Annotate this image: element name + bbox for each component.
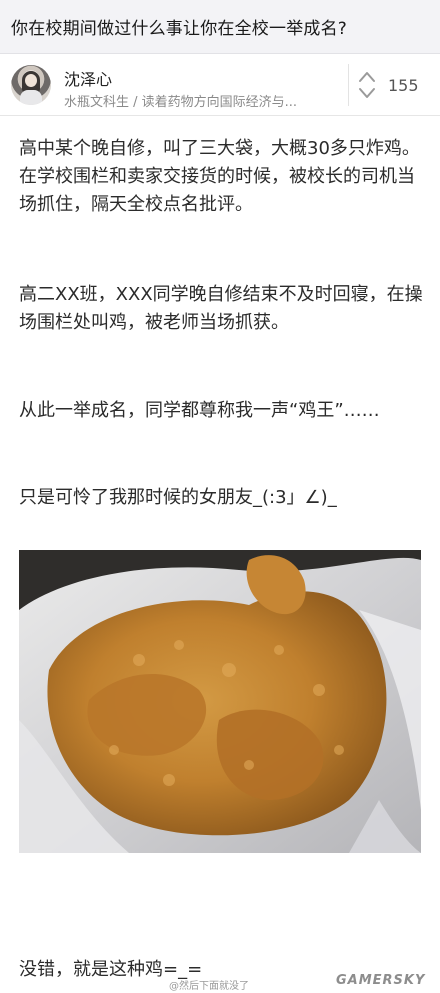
vote-arrows-icon[interactable]: [358, 70, 376, 100]
author-bio: 水瓶文科生 / 读着药物方向国际经济与...: [64, 95, 298, 110]
gamersky-watermark: GAMERSKY: [336, 973, 426, 988]
avatar-body: [20, 90, 42, 105]
photo-illustration: [19, 550, 421, 853]
fried-chicken-photo[interactable]: [19, 550, 421, 853]
question-header[interactable]: 你在校期间做过什么事让你在全校一举成名?: [0, 0, 440, 54]
vote-count: 155: [388, 76, 419, 95]
answer-paragraph-1: 高中某个晚自修，叫了三大袋，大概30多只炸鸡。在学校围栏和卖家交接货的时候，被校…: [19, 138, 420, 215]
answer-paragraph-4: 只是可怜了我那时候的女朋友_(:3」∠)_: [19, 487, 337, 508]
avatar[interactable]: [11, 65, 51, 105]
upvote-chevron-icon: [359, 72, 375, 82]
vote-divider: [348, 64, 349, 106]
author-row: 沈泽心 水瓶文科生 / 读着药物方向国际经济与... 155: [0, 54, 440, 116]
downvote-chevron-icon: [359, 88, 375, 98]
question-title[interactable]: 你在校期间做过什么事让你在全校一举成名?: [11, 14, 440, 39]
answer-paragraph-3: 从此一举成名，同学都尊称我一声“鸡王”……: [19, 400, 380, 421]
author-name[interactable]: 沈泽心: [64, 66, 112, 90]
answer-paragraph-2: 高二XX班，XXX同学晚自修结束不及时回寝，在操场围栏处叫鸡，被老师当场抓获。: [19, 284, 423, 333]
weibo-watermark: @然后下面就没了: [169, 981, 249, 992]
avatar-face: [25, 74, 37, 87]
